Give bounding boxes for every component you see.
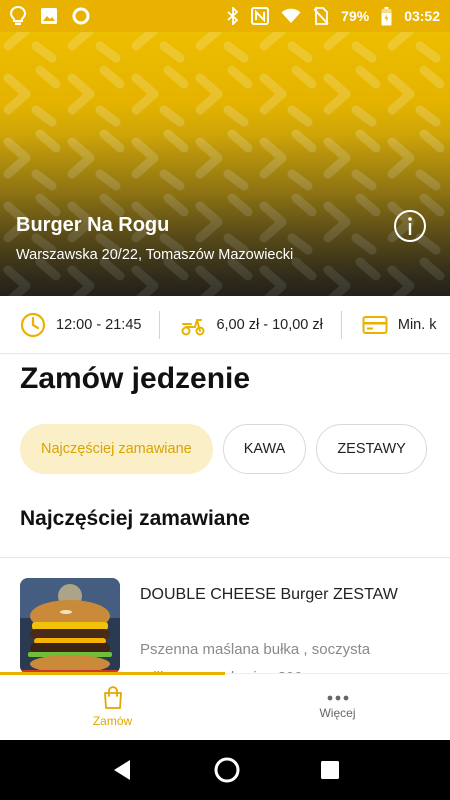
info-icon bbox=[394, 210, 426, 242]
card-icon bbox=[362, 315, 388, 334]
category-chip-zestawy[interactable]: ZESTAWY bbox=[316, 424, 427, 474]
active-tab-indicator bbox=[0, 672, 225, 675]
android-navigation-bar bbox=[0, 740, 450, 800]
restaurant-name: Burger Na Rogu bbox=[16, 214, 170, 236]
circle-icon bbox=[72, 7, 90, 25]
tab-order[interactable]: Zamów bbox=[0, 674, 225, 740]
item-image bbox=[20, 578, 120, 674]
category-chips: Najczęściej zamawiane KAWA ZESTAWY bbox=[20, 424, 427, 474]
shopping-bag-icon bbox=[103, 686, 122, 709]
scooter-icon bbox=[181, 318, 205, 335]
opening-hours-text: 12:00 - 21:45 bbox=[56, 316, 142, 333]
tab-order-label: Zamów bbox=[92, 714, 133, 728]
menu-item[interactable]: DOUBLE CHEESE Burger ZESTAW Pszenna maśl… bbox=[0, 558, 450, 674]
minimum-order-text: Min. k bbox=[397, 316, 437, 333]
image-icon bbox=[41, 8, 57, 24]
category-chip-kawa[interactable]: KAWA bbox=[222, 424, 307, 474]
burger-image bbox=[20, 578, 120, 674]
restaurant-info-strip: 12:00 - 21:45 6,00 zł - 10,00 zł Min. k bbox=[0, 296, 450, 354]
battery-percent: 79% bbox=[341, 8, 370, 24]
bluetooth-icon bbox=[227, 7, 239, 25]
wifi-icon bbox=[281, 8, 301, 23]
battery-icon bbox=[381, 6, 392, 25]
status-bar: 79% 03:52 bbox=[0, 0, 450, 32]
tab-more-label: Więcej bbox=[319, 706, 356, 720]
delivery-fee-text: 6,00 zł - 10,00 zł bbox=[216, 316, 323, 333]
restaurant-address: Warszawska 20/22, Tomaszów Mazowiecki bbox=[16, 247, 294, 263]
back-icon[interactable] bbox=[110, 758, 134, 782]
no-sim-icon bbox=[313, 7, 329, 25]
category-chip-most-ordered[interactable]: Najczęściej zamawiane bbox=[20, 424, 213, 474]
clock-icon bbox=[20, 312, 46, 337]
section-heading: Najczęściej zamawiane bbox=[20, 507, 250, 530]
recents-icon[interactable] bbox=[320, 760, 340, 780]
restaurant-hero: Burger Na Rogu Warszawska 20/22, Tomaszó… bbox=[0, 0, 450, 296]
restaurant-info-button[interactable] bbox=[393, 209, 427, 243]
clock: 03:52 bbox=[404, 8, 440, 24]
nfc-icon bbox=[251, 7, 270, 25]
delivery-fee: 6,00 zł - 10,00 zł bbox=[160, 314, 323, 336]
page-title: Zamów jedzenie bbox=[20, 362, 251, 395]
item-name: DOUBLE CHEESE Burger ZESTAW bbox=[140, 586, 398, 603]
bottom-navigation: Zamów Więcej bbox=[0, 672, 450, 740]
more-dots-icon bbox=[327, 695, 348, 701]
lightbulb-icon bbox=[10, 6, 26, 25]
tab-more[interactable]: Więcej bbox=[225, 674, 450, 740]
minimum-order: Min. k bbox=[342, 315, 437, 335]
item-description: Pszenna maślana bułka , soczysta grillow… bbox=[140, 641, 371, 674]
home-icon[interactable] bbox=[213, 756, 241, 784]
screen: Burger Na Rogu Warszawska 20/22, Tomaszó… bbox=[0, 0, 450, 800]
opening-hours: 12:00 - 21:45 bbox=[0, 312, 141, 338]
